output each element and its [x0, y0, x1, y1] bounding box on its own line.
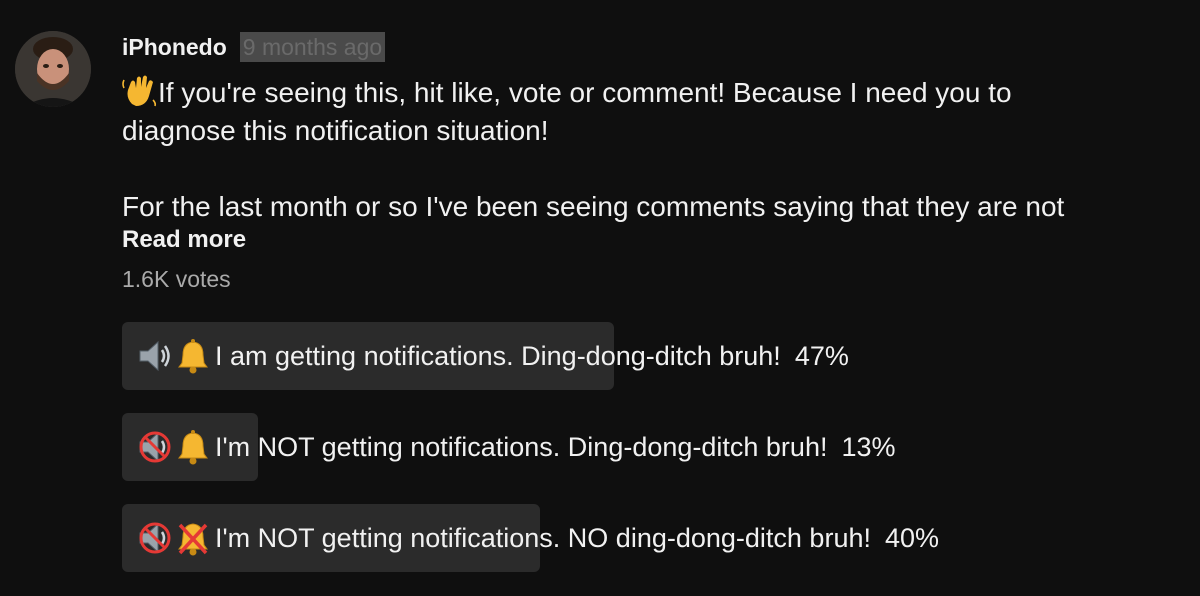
poll-option-label: I'm NOT getting notifications. Ding-dong…: [215, 431, 828, 462]
speaker-icon: [136, 337, 174, 375]
post-body: If you're seeing this, hit like, vote or…: [122, 74, 1182, 226]
poll-option-percent: 40%: [884, 522, 940, 553]
poll-option-percent: 13%: [841, 431, 896, 462]
no-bell-icon: [174, 519, 212, 557]
post-header: iPhonedo 9 months ago: [122, 32, 386, 62]
read-more-button[interactable]: Read more: [122, 226, 246, 254]
poll-option-content: I'm NOT getting notifications. Ding-dong…: [136, 413, 896, 481]
post-body-line: If you're seeing this, hit like, vote or…: [122, 74, 1182, 112]
avatar-image: [15, 31, 91, 107]
poll-option-label: I'm NOT getting notifications. NO ding-d…: [215, 522, 871, 553]
poll-option-percent: 47%: [794, 340, 849, 371]
author-name[interactable]: iPhonedo: [122, 34, 227, 61]
post-body-line: diagnose this notification situation!: [122, 115, 549, 146]
muted-speaker-icon: [136, 428, 174, 466]
muted-speaker-icon: [136, 519, 174, 557]
poll-option-content: I am getting notifications. Ding-dong-di…: [136, 322, 849, 390]
poll-option-content: I'm NOT getting notifications. NO ding-d…: [136, 504, 939, 572]
post-body-text: If you're seeing this, hit like, vote or…: [158, 77, 1012, 108]
waving-hand-icon: [122, 74, 158, 108]
poll-option-label: I am getting notifications. Ding-dong-di…: [215, 340, 781, 371]
post-body-line: For the last month or so I've been seein…: [122, 191, 1065, 222]
post-timestamp[interactable]: 9 months ago: [239, 32, 386, 62]
bell-icon: [174, 337, 212, 375]
community-post: iPhonedo 9 months ago If you're seeing t…: [0, 0, 1200, 596]
bell-icon: [174, 428, 212, 466]
avatar[interactable]: [15, 31, 91, 107]
vote-count: 1.6K votes: [122, 266, 231, 292]
